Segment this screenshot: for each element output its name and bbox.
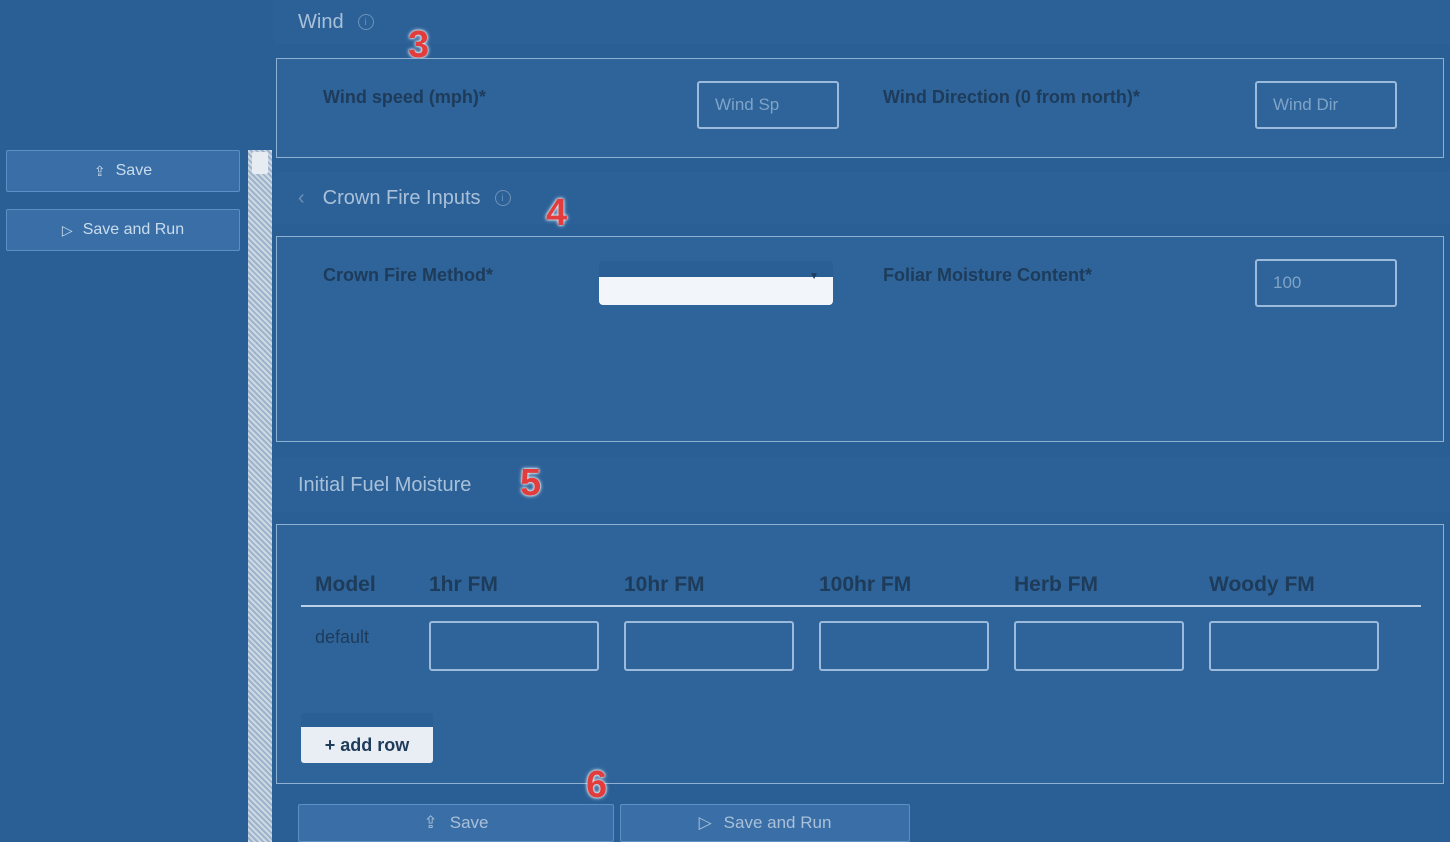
wind-direction-input[interactable]: Wind Dir [1255, 81, 1397, 129]
foliar-moisture-label: Foliar Moisture Content* [883, 265, 1093, 285]
scrollbar-track[interactable] [248, 150, 272, 842]
fuel-section-header: Initial Fuel Moisture [274, 458, 1450, 512]
footer-save-label: Save [449, 813, 489, 832]
sidebar-save-run-button[interactable]: ▷ Save and Run [6, 209, 240, 251]
crown-method-label: Crown Fire Method* [323, 265, 493, 285]
wind-speed-label: Wind speed (mph)* [323, 87, 486, 107]
upload-icon: ⇪ [423, 813, 438, 832]
step-marker-5: 5 [520, 462, 542, 504]
crown-method-select[interactable]: ▼ [599, 261, 833, 305]
add-row-label: + add row [324, 734, 410, 755]
foliar-moisture-input[interactable]: 100 [1255, 259, 1397, 307]
sidebar-save-run-label: Save and Run [82, 221, 185, 238]
fuel-panel: Model 1hr FM 10hr FM 100hr FM Herb FM Wo… [276, 524, 1444, 784]
fm-1hr-input[interactable] [429, 621, 599, 671]
play-icon: ▷ [61, 221, 73, 238]
crown-title: Crown Fire Inputs [322, 186, 481, 209]
scrollbar-thumb[interactable] [252, 152, 268, 174]
wind-direction-placeholder: Wind Dir [1273, 95, 1339, 114]
play-icon: ▷ [698, 813, 712, 832]
fuel-title: Initial Fuel Moisture [298, 473, 472, 496]
sidebar-save-label: Save [115, 162, 153, 179]
column-header-10hr: 10hr FM [624, 573, 705, 596]
sidebar: ⇪ Save ▷ Save and Run [0, 0, 248, 842]
column-header-herb: Herb FM [1014, 573, 1098, 596]
chevron-down-icon: ▼ [809, 271, 819, 282]
step-marker-6: 6 [586, 764, 608, 806]
foliar-moisture-value: 100 [1273, 273, 1302, 292]
crown-panel: Crown Fire Method* ▼ Foliar Moisture Con… [276, 236, 1444, 442]
column-header-model: Model [315, 573, 376, 596]
chevron-left-icon[interactable]: ‹ [298, 187, 305, 210]
column-header-woody: Woody FM [1209, 573, 1315, 596]
wind-panel: Wind speed (mph)* Wind Sp Wind Direction… [276, 58, 1444, 158]
sidebar-save-button[interactable]: ⇪ Save [6, 150, 240, 192]
info-icon[interactable]: i [494, 190, 511, 206]
wind-title: Wind [298, 10, 344, 33]
upload-icon: ⇪ [93, 162, 106, 179]
wind-section-header: Wind i [274, 0, 1450, 44]
column-header-1hr: 1hr FM [429, 573, 498, 596]
fm-100hr-input[interactable] [819, 621, 989, 671]
fm-woody-input[interactable] [1209, 621, 1379, 671]
wind-speed-placeholder: Wind Sp [715, 95, 780, 114]
crown-section-header[interactable]: ‹ Crown Fire Inputs i [274, 172, 1450, 224]
footer-save-run-label: Save and Run [723, 813, 832, 832]
app-root: ⇪ Save ▷ Save and Run Wind i 3 Wind spee… [0, 0, 1450, 842]
footer-save-button[interactable]: ⇪ Save [298, 804, 614, 842]
step-marker-4: 4 [546, 192, 568, 234]
footer-save-run-button[interactable]: ▷ Save and Run [620, 804, 910, 842]
main-content: Wind i 3 Wind speed (mph)* Wind Sp Wind … [274, 0, 1450, 842]
row-label-default: default [315, 627, 370, 647]
column-header-100hr: 100hr FM [819, 573, 912, 596]
table-divider [301, 605, 1421, 607]
info-icon[interactable]: i [357, 14, 374, 30]
add-row-button[interactable]: + add row [301, 713, 433, 763]
fm-herb-input[interactable] [1014, 621, 1184, 671]
fm-10hr-input[interactable] [624, 621, 794, 671]
wind-speed-input[interactable]: Wind Sp [697, 81, 839, 129]
wind-direction-label: Wind Direction (0 from north)* [883, 87, 1140, 107]
